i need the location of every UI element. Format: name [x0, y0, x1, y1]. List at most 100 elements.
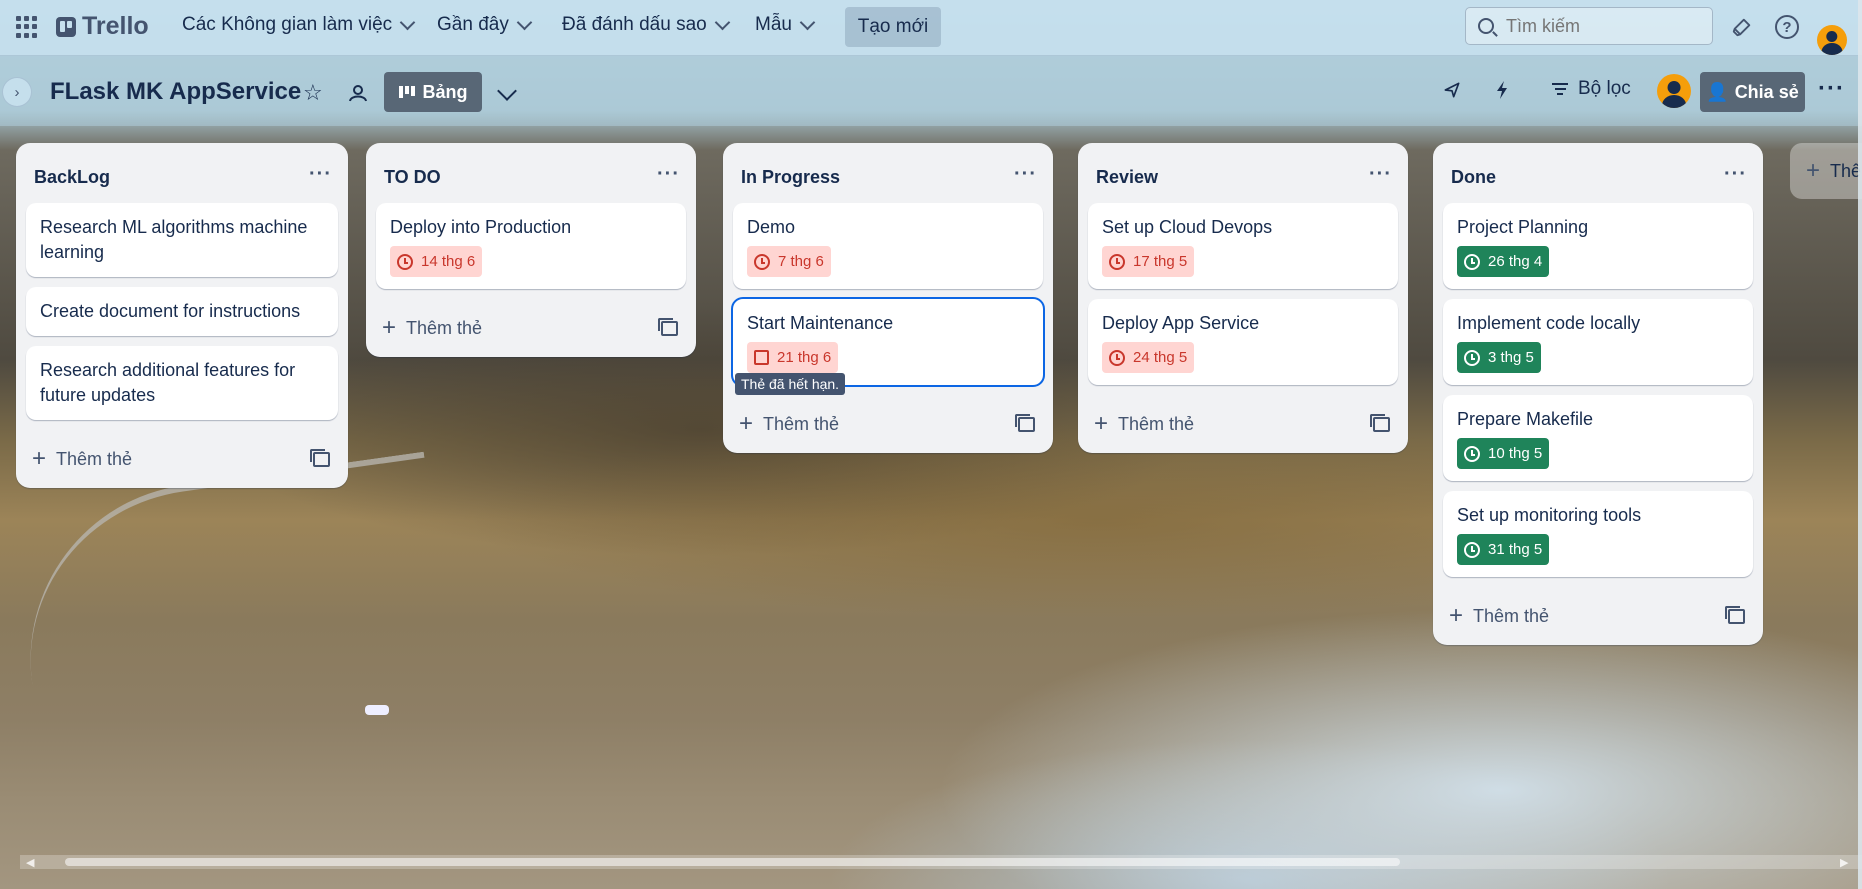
filter-label: Bộ lọc: [1578, 78, 1631, 99]
clock-icon: [397, 253, 413, 270]
card-list: Set up Cloud Devops 17 thg 5 Deploy App …: [1078, 203, 1408, 385]
card[interactable]: Research ML algorithms machine learning: [26, 203, 338, 277]
more-icon[interactable]: ···: [1369, 161, 1392, 186]
add-card-button[interactable]: + Thêm thẻ: [32, 447, 132, 471]
trello-logo-icon: [56, 16, 76, 37]
card-title: Implement code locally: [1457, 313, 1641, 333]
list-in-progress: In Progress ··· Demo 7 thg 6 Start Maint…: [723, 143, 1053, 453]
add-card-label: Thêm thẻ: [1118, 413, 1195, 434]
clock-icon: [1464, 541, 1480, 558]
due-date-badge[interactable]: 26 thg 4: [1457, 246, 1550, 277]
card[interactable]: Set up Cloud Devops 17 thg 5: [1088, 203, 1398, 289]
scrollbar-thumb[interactable]: [65, 858, 1400, 866]
workspace-visible-icon[interactable]: [348, 82, 368, 108]
power-ups-icon[interactable]: [1442, 80, 1462, 106]
scroll-right-icon[interactable]: ▶: [1840, 856, 1848, 869]
create-button[interactable]: Tạo mới: [845, 7, 941, 47]
nav-workspaces[interactable]: Các Không gian làm việc: [182, 14, 416, 36]
checkbox-icon[interactable]: [754, 350, 769, 365]
expand-sidebar-icon[interactable]: ›: [2, 77, 32, 107]
more-icon[interactable]: ···: [657, 161, 680, 186]
nav-templates[interactable]: Mẫu: [755, 14, 816, 36]
automation-icon[interactable]: [1494, 80, 1510, 106]
due-date-badge[interactable]: 3 thg 5: [1457, 342, 1541, 373]
card[interactable]: Deploy App Service 24 thg 5: [1088, 299, 1398, 385]
plus-icon: +: [1806, 157, 1821, 184]
list-header: BackLog ···: [16, 143, 348, 203]
nav-recent-label: Gần đây: [437, 14, 509, 35]
list-footer: + Thêm thẻ: [1078, 395, 1408, 453]
chevron-down-icon: [799, 14, 816, 31]
add-card-label: Thêm thẻ: [56, 448, 133, 469]
app-header: Trello Các Không gian làm việc Gần đây Đ…: [0, 0, 1862, 56]
list-title[interactable]: BackLog: [34, 159, 110, 188]
list-title[interactable]: Review: [1096, 159, 1158, 188]
card-template-icon[interactable]: [658, 317, 678, 336]
trello-logo[interactable]: Trello: [56, 12, 149, 41]
nav-recent[interactable]: Gần đây: [437, 14, 533, 36]
due-date-label: 10 thg 5: [1488, 445, 1543, 462]
card[interactable]: Implement code locally 3 thg 5: [1443, 299, 1753, 385]
card-title: Prepare Makefile: [1457, 409, 1594, 429]
list-backlog: BackLog ··· Research ML algorithms machi…: [16, 143, 348, 488]
horizontal-scrollbar[interactable]: [20, 855, 1862, 869]
list-header: In Progress ···: [723, 143, 1053, 203]
add-card-button[interactable]: + Thêm thẻ: [382, 316, 482, 340]
megaphone-icon[interactable]: [1728, 13, 1756, 41]
plus-icon: +: [1449, 602, 1464, 629]
search-input[interactable]: [1504, 14, 1708, 38]
board-view-button[interactable]: Bảng: [384, 72, 482, 112]
add-person-icon: 👤: [1706, 81, 1729, 102]
due-date-badge[interactable]: 10 thg 5: [1457, 438, 1550, 469]
clock-icon: [754, 253, 770, 270]
more-icon[interactable]: ···: [1724, 161, 1747, 186]
card-template-icon[interactable]: [310, 448, 330, 467]
card-title: Deploy App Service: [1102, 313, 1260, 333]
add-card-button[interactable]: + Thêm thẻ: [1449, 604, 1549, 628]
card[interactable]: Demo 7 thg 6: [733, 203, 1043, 289]
apps-grid-icon[interactable]: [16, 16, 38, 38]
card[interactable]: Research additional features for future …: [26, 346, 338, 420]
filter-button[interactable]: Bộ lọc: [1552, 78, 1631, 100]
card-template-icon[interactable]: [1370, 413, 1390, 432]
list-title[interactable]: In Progress: [741, 159, 840, 188]
due-date-badge[interactable]: 21 thg 6: [747, 342, 839, 373]
search-box[interactable]: [1465, 7, 1713, 45]
list-title[interactable]: TO DO: [384, 159, 441, 188]
card[interactable]: Prepare Makefile 10 thg 5: [1443, 395, 1753, 481]
due-date-badge[interactable]: 17 thg 5: [1102, 246, 1195, 277]
more-icon[interactable]: ···: [309, 161, 332, 186]
more-icon[interactable]: ···: [1014, 161, 1037, 186]
member-avatar[interactable]: [1657, 74, 1691, 108]
nav-starred-label: Đã đánh dấu sao: [562, 14, 707, 35]
add-list-button[interactable]: + Thêm: [1790, 143, 1862, 199]
avatar[interactable]: [1817, 24, 1847, 55]
list-footer: + Thêm thẻ: [723, 395, 1053, 453]
add-card-button[interactable]: + Thêm thẻ: [1094, 412, 1194, 436]
share-button[interactable]: 👤 Chia sẻ: [1700, 72, 1805, 112]
due-date-badge[interactable]: 14 thg 6: [390, 246, 483, 277]
filter-icon: [1552, 83, 1568, 95]
due-date-badge[interactable]: 24 thg 5: [1102, 342, 1195, 373]
list-title[interactable]: Done: [1451, 159, 1496, 188]
due-date-badge[interactable]: 7 thg 6: [747, 246, 831, 277]
card-template-icon[interactable]: [1725, 605, 1745, 624]
due-date-label: 26 thg 4: [1488, 253, 1543, 270]
star-icon[interactable]: ☆: [303, 80, 323, 106]
card[interactable]: Project Planning 26 thg 4: [1443, 203, 1753, 289]
card[interactable]: Deploy into Production 14 thg 6: [376, 203, 686, 289]
board-title[interactable]: FLask MK AppService: [50, 78, 301, 106]
due-date-badge[interactable]: 31 thg 5: [1457, 534, 1550, 565]
add-card-button[interactable]: + Thêm thẻ: [739, 412, 839, 436]
more-icon[interactable]: ···: [1818, 75, 1845, 103]
chevron-down-icon: [516, 14, 533, 31]
card-title: Set up Cloud Devops: [1102, 217, 1273, 237]
card[interactable]: Create document for instructions: [26, 287, 338, 336]
nav-starred[interactable]: Đã đánh dấu sao: [562, 14, 731, 36]
clock-icon: [1109, 253, 1125, 270]
card-template-icon[interactable]: [1015, 413, 1035, 432]
help-icon[interactable]: ?: [1773, 13, 1801, 41]
app-name: Trello: [82, 12, 149, 40]
card[interactable]: Set up monitoring tools 31 thg 5: [1443, 491, 1753, 577]
list-todo: TO DO ··· Deploy into Production 14 thg …: [366, 143, 696, 357]
